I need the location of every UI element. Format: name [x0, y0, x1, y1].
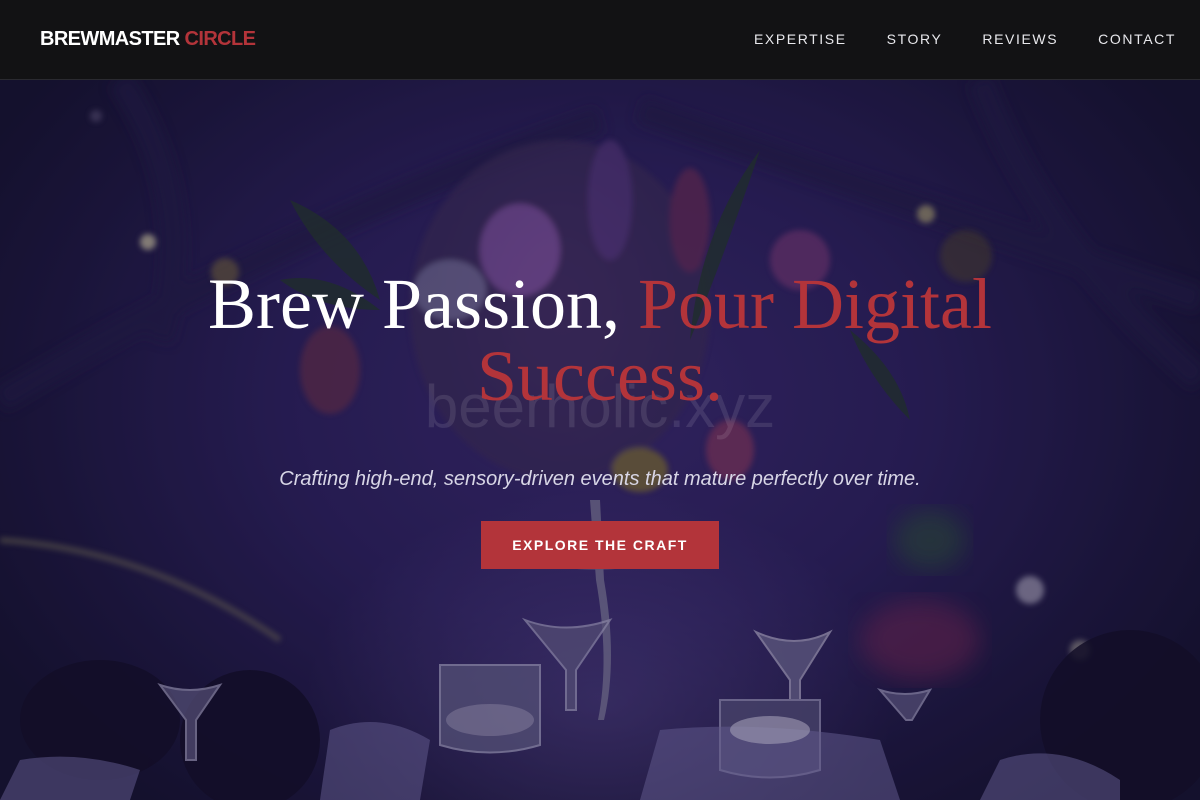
- brand-name-accent: CIRCLE: [184, 28, 256, 50]
- nav-link-contact[interactable]: CONTACT: [1098, 31, 1176, 47]
- main-nav: EXPERTISE STORY REVIEWS CONTACT: [754, 31, 1176, 47]
- hero-tagline: Crafting high-end, sensory-driven events…: [279, 468, 921, 490]
- headline-main: Brew Passion,: [208, 264, 638, 344]
- page: BREWMASTER CIRCLE EXPERTISE STORY REVIEW…: [0, 0, 1200, 800]
- hero-section: beerholic.xyz Brew Passion, Pour Digital…: [0, 80, 1200, 800]
- hero-content: Brew Passion, Pour Digital Success. Craf…: [0, 268, 1200, 569]
- brand-name: BREWMASTER: [40, 28, 180, 50]
- brand-logo[interactable]: BREWMASTER CIRCLE: [40, 28, 256, 51]
- site-header: BREWMASTER CIRCLE EXPERTISE STORY REVIEW…: [0, 0, 1200, 80]
- explore-the-craft-button[interactable]: EXPLORE THE CRAFT: [481, 521, 719, 569]
- nav-link-expertise[interactable]: EXPERTISE: [754, 31, 847, 47]
- nav-link-story[interactable]: STORY: [887, 31, 943, 47]
- hero-headline: Brew Passion, Pour Digital Success.: [150, 268, 1050, 412]
- nav-link-reviews[interactable]: REVIEWS: [982, 31, 1058, 47]
